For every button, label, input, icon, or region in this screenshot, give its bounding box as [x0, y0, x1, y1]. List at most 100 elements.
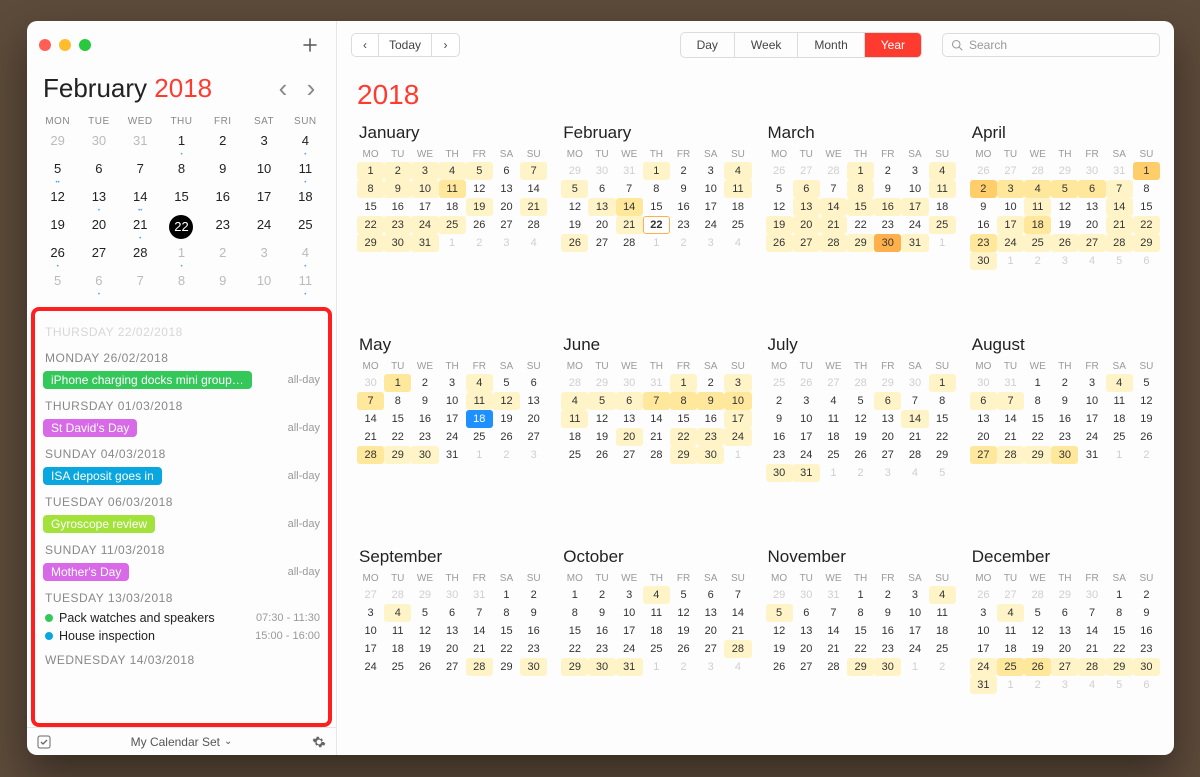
day-cell[interactable]: 1 [1106, 586, 1133, 604]
day-cell[interactable]: 15 [643, 198, 670, 216]
day-cell[interactable]: 2 [1133, 446, 1160, 464]
day-cell[interactable]: 23 [670, 216, 697, 234]
month-may[interactable]: MayMOTUWETHFRSASU30123456789101112131415… [357, 331, 547, 539]
calendar-set-dropdown[interactable]: My Calendar Set ⌄ [131, 735, 233, 749]
day-cell[interactable]: 2 [466, 234, 493, 252]
close-icon[interactable] [39, 39, 51, 51]
day-cell[interactable]: 25 [466, 428, 493, 446]
day-cell[interactable]: 2 [697, 374, 724, 392]
day-cell[interactable]: 31 [439, 446, 466, 464]
day-cell[interactable]: 27 [970, 446, 997, 464]
day-cell[interactable]: 5 [466, 162, 493, 180]
day-cell[interactable]: 20 [493, 198, 520, 216]
day-cell[interactable]: 22 [670, 428, 697, 446]
day-cell[interactable]: 26 [970, 162, 997, 180]
day-cell[interactable]: 28 [820, 162, 847, 180]
day-cell[interactable]: 30 [384, 234, 411, 252]
day-cell[interactable]: 13 [588, 198, 615, 216]
day-cell[interactable]: 28 [820, 234, 847, 252]
day-cell[interactable]: 11 [997, 622, 1024, 640]
day-cell[interactable]: 3 [697, 234, 724, 252]
day-cell[interactable]: 2 [874, 586, 901, 604]
mini-day[interactable]: 23 [202, 215, 243, 243]
day-cell[interactable]: 6 [439, 604, 466, 622]
day-cell[interactable]: 20 [520, 410, 547, 428]
day-cell[interactable]: 26 [588, 446, 615, 464]
day-cell[interactable]: 4 [561, 392, 588, 410]
day-cell[interactable]: 12 [561, 198, 588, 216]
day-cell[interactable]: 11 [561, 410, 588, 428]
day-cell[interactable]: 31 [466, 586, 493, 604]
day-cell[interactable]: 16 [384, 198, 411, 216]
next-month-button[interactable]: › [302, 73, 320, 104]
day-cell[interactable]: 6 [1133, 676, 1160, 694]
day-cell[interactable]: 30 [697, 446, 724, 464]
day-cell[interactable]: 18 [384, 640, 411, 658]
day-cell[interactable]: 15 [357, 198, 384, 216]
day-cell[interactable]: 19 [466, 198, 493, 216]
day-cell[interactable]: 27 [493, 216, 520, 234]
month-february[interactable]: FebruaryMOTUWETHFRSASU293031123456789101… [561, 119, 751, 327]
day-cell[interactable]: 6 [588, 180, 615, 198]
day-cell[interactable]: 14 [643, 410, 670, 428]
day-cell[interactable]: 9 [411, 392, 438, 410]
day-cell[interactable]: 27 [1078, 234, 1105, 252]
day-cell[interactable]: 1 [1133, 162, 1160, 180]
day-cell[interactable]: 26 [1133, 428, 1160, 446]
day-cell[interactable]: 3 [1051, 252, 1078, 270]
day-cell[interactable]: 29 [1106, 658, 1133, 676]
month-november[interactable]: NovemberMOTUWETHFRSASU293031123456789101… [766, 543, 956, 751]
day-cell[interactable]: 21 [724, 622, 751, 640]
day-cell[interactable]: 4 [724, 658, 751, 676]
day-cell[interactable]: 7 [1106, 180, 1133, 198]
day-cell[interactable]: 29 [847, 658, 874, 676]
month-january[interactable]: JanuaryMOTUWETHFRSASU1234567891011121314… [357, 119, 547, 327]
day-cell[interactable]: 6 [793, 180, 820, 198]
day-cell[interactable]: 12 [1051, 198, 1078, 216]
day-cell[interactable]: 24 [616, 640, 643, 658]
day-cell[interactable]: 28 [643, 446, 670, 464]
day-cell[interactable]: 1 [670, 374, 697, 392]
day-cell[interactable]: 26 [970, 586, 997, 604]
mini-day[interactable]: 8 [161, 271, 202, 299]
day-cell[interactable]: 29 [493, 658, 520, 676]
day-cell[interactable]: 24 [724, 428, 751, 446]
day-cell[interactable]: 7 [901, 392, 928, 410]
day-cell[interactable]: 1 [384, 374, 411, 392]
day-cell[interactable]: 29 [1051, 162, 1078, 180]
day-cell[interactable]: 15 [670, 410, 697, 428]
day-cell[interactable]: 30 [793, 586, 820, 604]
day-cell[interactable]: 13 [793, 198, 820, 216]
day-cell[interactable]: 3 [1051, 676, 1078, 694]
day-cell[interactable]: 22 [847, 640, 874, 658]
day-cell[interactable]: 5 [493, 374, 520, 392]
day-cell[interactable]: 10 [997, 198, 1024, 216]
day-cell[interactable]: 27 [357, 586, 384, 604]
day-cell[interactable]: 5 [411, 604, 438, 622]
mini-day[interactable]: 11• [285, 159, 326, 187]
day-cell[interactable]: 9 [670, 180, 697, 198]
day-cell[interactable]: 13 [616, 410, 643, 428]
mini-day[interactable]: 26• [37, 243, 78, 271]
day-cell[interactable]: 30 [588, 658, 615, 676]
mini-day[interactable]: 29 [37, 131, 78, 159]
day-cell[interactable]: 10 [439, 392, 466, 410]
day-cell[interactable]: 17 [357, 640, 384, 658]
day-cell[interactable]: 10 [724, 392, 751, 410]
day-cell[interactable]: 22 [643, 216, 670, 234]
day-cell[interactable]: 20 [697, 622, 724, 640]
day-cell[interactable]: 25 [929, 640, 956, 658]
mini-day[interactable]: 18 [285, 187, 326, 215]
day-cell[interactable]: 13 [493, 180, 520, 198]
day-cell[interactable]: 5 [1106, 252, 1133, 270]
day-cell[interactable]: 4 [820, 392, 847, 410]
day-cell[interactable]: 14 [1078, 622, 1105, 640]
day-cell[interactable]: 20 [970, 428, 997, 446]
day-cell[interactable]: 25 [929, 216, 956, 234]
day-cell[interactable]: 9 [766, 410, 793, 428]
day-cell[interactable]: 18 [1024, 216, 1051, 234]
day-cell[interactable]: 6 [793, 604, 820, 622]
mini-day[interactable]: 10 [243, 159, 284, 187]
day-cell[interactable]: 2 [847, 464, 874, 482]
day-cell[interactable]: 18 [466, 410, 493, 428]
